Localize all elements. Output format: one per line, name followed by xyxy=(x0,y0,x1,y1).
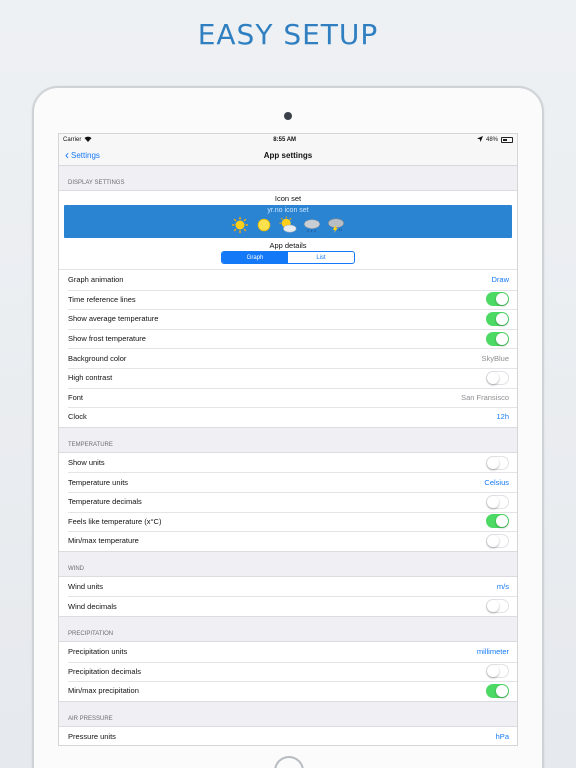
setting-label: Background color xyxy=(68,353,127,363)
setting-value: Celsius xyxy=(484,477,509,487)
setting-value: 12h xyxy=(496,412,509,422)
group-wind: Wind units m/s Wind decimals xyxy=(59,575,517,617)
setting-label: Precipitation units xyxy=(68,647,128,657)
setting-label: Clock xyxy=(68,412,87,422)
setting-label: Temperature decimals xyxy=(68,497,142,507)
segment-list[interactable]: List xyxy=(288,252,354,263)
setting-row-font[interactable]: Font San Fransisco xyxy=(59,387,517,408)
toggle-switch[interactable] xyxy=(486,292,509,307)
toggle-switch[interactable] xyxy=(486,664,509,679)
rain-icon xyxy=(304,219,320,233)
status-bar: Carrier 8:55 AM 48% xyxy=(59,134,517,146)
setting-value: hPa xyxy=(495,731,509,741)
setting-label: Precipitation decimals xyxy=(68,666,141,676)
iconset-name: yr.no icon set xyxy=(267,207,309,214)
battery-icon xyxy=(501,137,513,143)
setting-row-show-average-temperature[interactable]: Show average temperature xyxy=(59,309,517,329)
setting-row-min-max-precipitation[interactable]: Min/max precipitation xyxy=(59,681,517,701)
thunderstorm-icon xyxy=(328,218,344,234)
toggle-switch[interactable] xyxy=(486,533,509,548)
setting-value: SkyBlue xyxy=(481,353,509,363)
clock-label: 8:55 AM xyxy=(273,137,297,143)
carrier-label: Carrier xyxy=(63,137,82,143)
iconset-picker[interactable]: Icon set yr.no icon set App details Grap… xyxy=(59,191,517,264)
setting-row-time-reference-lines[interactable]: Time reference lines xyxy=(59,289,517,310)
setting-row-wind-units[interactable]: Wind units m/s xyxy=(59,577,517,597)
setting-row-background-color[interactable]: Background color SkyBlue xyxy=(59,348,517,368)
toggle-switch[interactable] xyxy=(486,311,509,326)
setting-label: Time reference lines xyxy=(68,294,136,304)
partly-cloudy-icon xyxy=(279,216,297,233)
navigation-bar: ‹ Settings App settings xyxy=(59,146,517,166)
iconset-title: Icon set xyxy=(274,194,302,203)
rows-display: Graph animation Draw Time reference lines S… xyxy=(59,269,517,427)
setting-label: Min/max precipitation xyxy=(68,686,139,696)
setting-row-show-frost-temperature[interactable]: Show frost temperature xyxy=(59,328,517,349)
setting-row-show-units[interactable]: Show units xyxy=(59,453,517,473)
sun-icon xyxy=(231,216,249,234)
setting-value: millimeter xyxy=(476,647,509,657)
setting-label: Temperature units xyxy=(68,477,129,487)
battery-percent: 48% xyxy=(485,137,498,143)
toggle-switch[interactable] xyxy=(486,599,509,614)
toggle-switch[interactable] xyxy=(486,514,509,529)
app-details-title: App details xyxy=(269,241,307,250)
setting-row-min-max-temperature[interactable]: Min/max temperature xyxy=(59,531,517,551)
page-title: App settings xyxy=(263,151,313,160)
setting-row-high-contrast[interactable]: High contrast xyxy=(59,367,517,388)
setting-value: San Fransisco xyxy=(461,392,509,402)
app-screen: Carrier 8:55 AM 48% ‹ Settings App setti… xyxy=(58,133,518,746)
back-button[interactable]: ‹ Settings xyxy=(65,149,100,161)
toggle-switch[interactable] xyxy=(486,370,509,385)
setting-label: Graph animation xyxy=(68,275,124,285)
setting-row-precipitation-decimals[interactable]: Precipitation decimals xyxy=(59,661,517,682)
setting-row-temperature-decimals[interactable]: Temperature decimals xyxy=(59,491,517,512)
section-header-air-pressure: AIR PRESSURE xyxy=(68,715,113,722)
back-label: Settings xyxy=(71,150,100,160)
toggle-switch[interactable] xyxy=(486,494,509,509)
toggle-switch[interactable] xyxy=(486,455,509,470)
setting-row-clock[interactable]: Clock 12h xyxy=(59,407,517,427)
setting-row-precipitation-units[interactable]: Precipitation units millimeter xyxy=(59,642,517,662)
setting-row-graph-animation[interactable]: Graph animation Draw xyxy=(59,270,517,290)
location-icon xyxy=(476,136,483,144)
camera-dot xyxy=(284,112,292,120)
setting-label: High contrast xyxy=(68,373,113,383)
section-header-precipitation: PRECIPITATION xyxy=(68,630,114,637)
setting-row-pressure-units[interactable]: Pressure units hPa xyxy=(59,727,517,745)
home-button[interactable] xyxy=(274,756,304,768)
group-air-pressure: Pressure units hPa xyxy=(59,725,517,745)
setting-label: Font xyxy=(68,392,84,402)
setting-label: Wind units xyxy=(68,582,104,592)
view-segmented-control: Graph List xyxy=(221,251,355,264)
setting-row-temperature-units[interactable]: Temperature units Celsius xyxy=(59,472,517,492)
headline: EASY SETUP xyxy=(197,18,379,51)
toggle-switch[interactable] xyxy=(486,331,509,346)
setting-row-wind-decimals[interactable]: Wind decimals xyxy=(59,596,517,616)
segment-graph[interactable]: Graph xyxy=(222,252,288,263)
setting-label: Wind decimals xyxy=(68,601,117,611)
setting-label: Min/max temperature xyxy=(68,536,139,546)
setting-row-feels-like-temperature-x-c[interactable]: Feels like temperature (x°C) xyxy=(59,511,517,532)
section-header-wind: WIND xyxy=(68,565,84,572)
setting-value: Draw xyxy=(491,275,509,285)
section-header-display: DISPLAY SETTINGS xyxy=(68,180,125,186)
group-precipitation: Precipitation units millimeter Precipitati… xyxy=(59,640,517,702)
setting-label: Show frost temperature xyxy=(68,334,146,344)
setting-label: Pressure units xyxy=(68,731,116,741)
sun-small-icon xyxy=(257,218,271,232)
group-temperature: Show units Temperature units Celsius Temper… xyxy=(59,451,517,552)
setting-label: Show units xyxy=(68,458,105,468)
group-display: Icon set yr.no icon set App details Grap… xyxy=(59,190,517,428)
section-header-temperature: TEMPERATURE xyxy=(68,441,113,448)
setting-value: m/s xyxy=(496,582,509,592)
chevron-left-icon: ‹ xyxy=(65,148,69,162)
wifi-icon xyxy=(84,136,92,144)
toggle-switch[interactable] xyxy=(486,683,509,698)
iconset-band[interactable]: yr.no icon set xyxy=(64,205,512,238)
setting-label: Show average temperature xyxy=(68,314,159,324)
setting-label: Feels like temperature (x°C) xyxy=(68,516,162,526)
